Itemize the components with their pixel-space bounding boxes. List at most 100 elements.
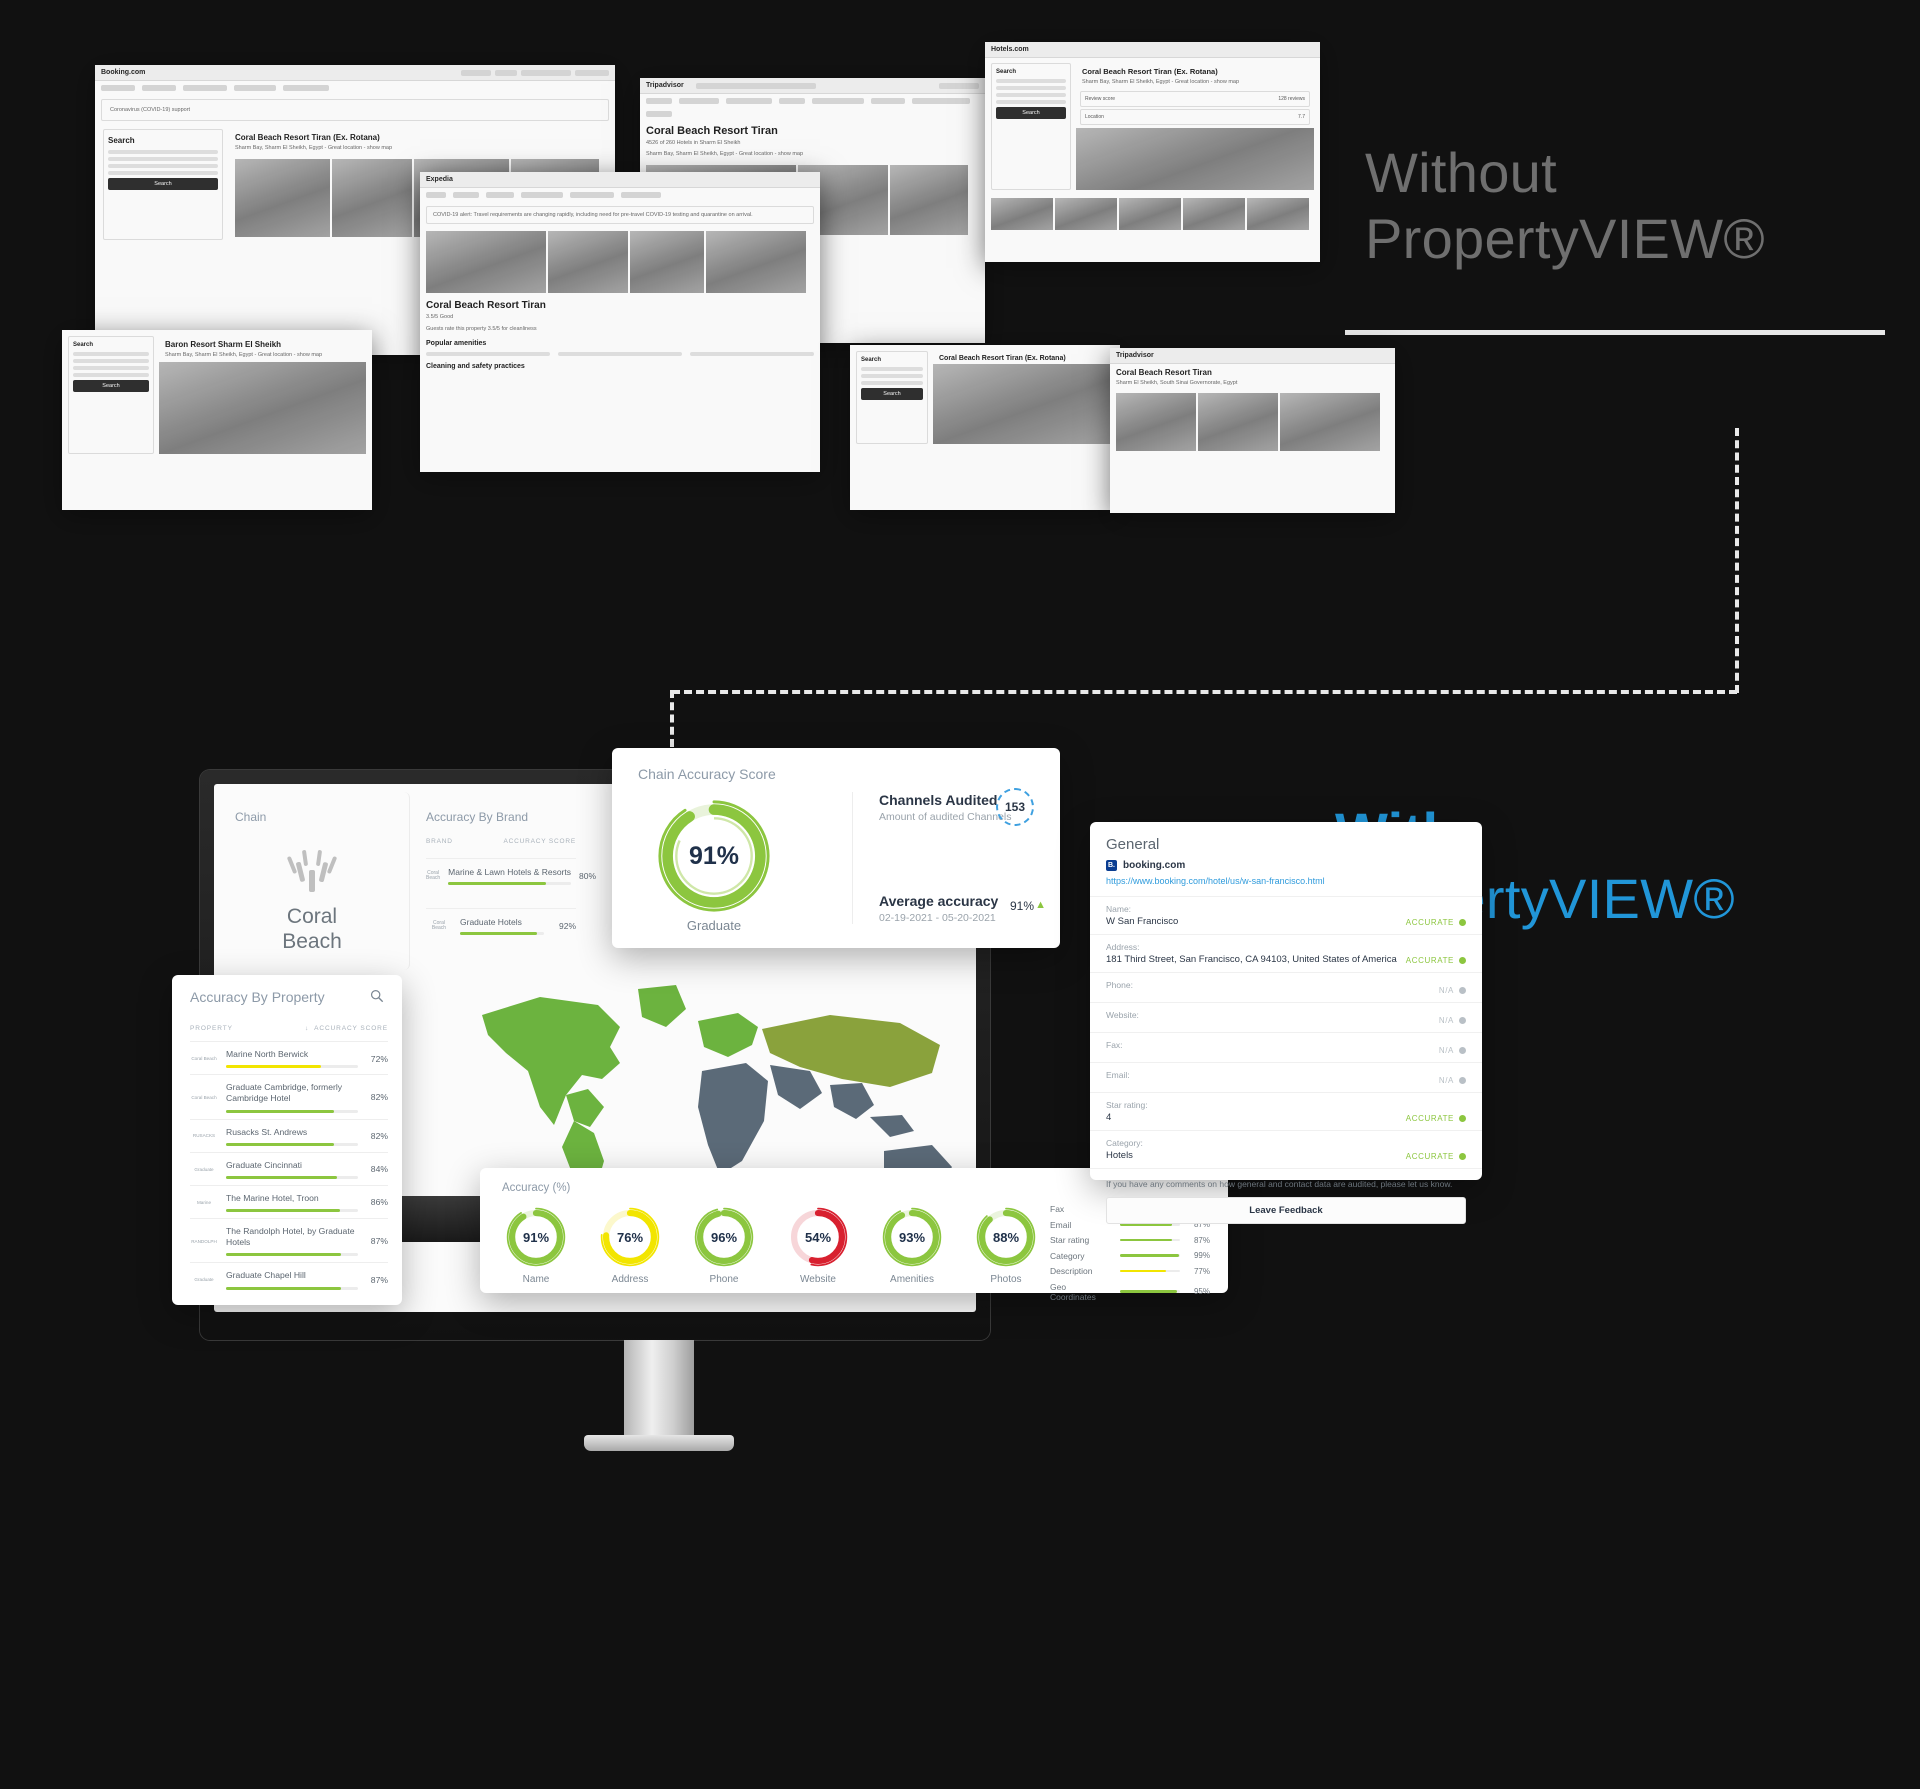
accuracy-bar-item: Category 99% <box>1050 1251 1210 1261</box>
ota-location-label: Location <box>1085 114 1104 121</box>
brand-row[interactable]: Coral Beach Graduate Hotels 92% <box>426 908 576 935</box>
list-item[interactable]: Graduate Graduate Chapel Hill 87% <box>190 1262 388 1295</box>
ota-sub: Sharm Bay, Sharm El Sheikh, Egypt - Grea… <box>646 151 804 158</box>
leave-feedback-button[interactable]: Leave Feedback <box>1106 1197 1466 1224</box>
without-headline-line1: Without <box>1365 141 1557 204</box>
channels-audited-badge: 153 <box>996 788 1034 826</box>
chain-card-title: Chain <box>235 810 267 824</box>
status-dot-icon <box>1459 1153 1466 1160</box>
ota-search-button: Search <box>73 380 149 392</box>
brand-row[interactable]: Coral Beach Marine & Lawn Hotels & Resor… <box>426 858 596 885</box>
average-accuracy-value: 91% <box>1009 899 1034 913</box>
property-score-value: 84% <box>370 1164 388 1175</box>
ota-safety: Cleaning and safety practices <box>426 362 525 370</box>
brand-card-title: Accuracy By Brand <box>426 810 529 824</box>
ota-search-button: Search <box>108 178 218 191</box>
general-panel: General B. booking.com https://www.booki… <box>1090 822 1482 1224</box>
score-card-title: Chain Accuracy Score <box>638 766 776 782</box>
brand-logo: Coral Beach <box>426 869 441 881</box>
list-item[interactable]: RANDOLPH The Randolph Hotel, by Graduate… <box>190 1218 388 1262</box>
chain-card: Chain Coral Beach <box>215 792 410 970</box>
list-item[interactable]: Coral Beach Graduate Cambridge, formerly… <box>190 1074 388 1118</box>
general-field-row: Address: 181 Third Street, San Francisco… <box>1090 934 1482 972</box>
general-url-link[interactable]: https://www.booking.com/hotel/us/w-san-f… <box>1106 876 1466 886</box>
accuracy-donut-value: 93% <box>898 1229 926 1245</box>
sort-down-icon[interactable]: ↓ <box>305 1025 309 1032</box>
brand-logo: Coral Beach <box>431 919 447 931</box>
accuracy-donut-label: Phone <box>709 1274 739 1285</box>
ota-reviews: 128 reviews <box>1278 96 1305 103</box>
property-score-bar <box>226 1065 358 1069</box>
general-field-key: Name: <box>1106 904 1132 914</box>
ota-rating: Guests rate this property 3.5/5 for clea… <box>426 325 537 332</box>
connector-line-top <box>672 690 1737 694</box>
ota-title: Coral Beach Resort Tiran (Ex. Rotana) <box>235 133 380 143</box>
property-score-value: 82% <box>370 1131 388 1142</box>
accuracy-donut-value: 88% <box>992 1229 1020 1245</box>
chain-accuracy-score-card: Chain Accuracy Score 91% Graduate Channe… <box>612 748 1060 948</box>
accuracy-bar-name: Geo Coordinates <box>1050 1281 1096 1302</box>
property-score-bar <box>226 1253 358 1257</box>
general-field-key: Website: <box>1106 1010 1139 1020</box>
accuracy-donut-row: 91% Name 76% Address 96% Phone 54% Websi… <box>500 1206 1042 1285</box>
list-item[interactable]: Marine The Marine Hotel, Troon 86% <box>190 1184 388 1218</box>
status-label: N/A <box>1438 1016 1454 1025</box>
accuracy-donut-label: Address <box>611 1274 649 1285</box>
accuracy-bar-item: Star rating 87% <box>1050 1235 1210 1245</box>
status-badge: ACCURATE <box>1406 1114 1466 1123</box>
accuracy-bar-item: Geo Coordinates 95% <box>1050 1282 1210 1302</box>
accuracy-bar-track <box>1120 1254 1180 1257</box>
ota-title: Baron Resort Sharm El Sheikh <box>165 340 282 349</box>
property-name: Graduate Cincinnati <box>226 1159 302 1170</box>
accuracy-bar-value: 77% <box>1193 1266 1210 1276</box>
ota-title: Coral Beach Resort Tiran <box>646 125 778 137</box>
general-field-row: Name: W San Francisco ACCURATE <box>1090 896 1482 934</box>
monitor-stand-neck <box>624 1340 694 1445</box>
property-col-property: PROPERTY <box>190 1025 233 1032</box>
list-item[interactable]: Graduate Graduate Cincinnati 84% <box>190 1151 388 1185</box>
connector-line-right <box>1735 428 1739 693</box>
list-item[interactable]: Coral Beach Marine North Berwick 72% <box>190 1041 388 1074</box>
property-logo: Graduate <box>194 1166 214 1172</box>
ota-sub: Sharm Bay, Sharm El Sheikh, Egypt - Grea… <box>1082 79 1240 85</box>
property-score-bar <box>226 1175 358 1179</box>
brand-col-property: BRAND <box>426 838 453 845</box>
property-logo: Marine <box>196 1199 212 1205</box>
status-badge: ACCURATE <box>1406 918 1466 927</box>
ota-mock-tripadvisor-2: Tripadvisor Coral Beach Resort Tiran Sha… <box>1110 348 1395 513</box>
accuracy-bar-name: Email <box>1050 1219 1072 1230</box>
general-field-key: Category: <box>1106 1138 1143 1148</box>
without-headline-line2: PropertyVIEW® <box>1365 207 1765 271</box>
status-badge: N/A <box>1439 1076 1466 1085</box>
status-dot-icon <box>1459 957 1466 964</box>
accuracy-donut-value: 91% <box>522 1229 550 1245</box>
general-title: General <box>1106 836 1160 853</box>
status-label: N/A <box>1438 1046 1454 1055</box>
search-icon[interactable] <box>370 989 384 1006</box>
accuracy-bar-value: 95% <box>1193 1287 1210 1296</box>
property-logo: Graduate <box>194 1277 214 1283</box>
brand-table-header: BRAND ACCURACY SCORE <box>426 838 576 845</box>
accuracy-donut-name: 91% Name <box>500 1206 572 1285</box>
property-col-score: ACCURACY SCORE <box>314 1025 388 1032</box>
accuracy-bar-track <box>1120 1269 1180 1273</box>
brand-score-bar <box>460 932 544 935</box>
accuracy-card-title: Accuracy (%) <box>502 1182 571 1194</box>
list-item[interactable]: RUSACKS Rusacks St. Andrews 82% <box>190 1118 388 1152</box>
accuracy-by-brand-card: Accuracy By Brand BRAND ACCURACY SCORE C… <box>410 792 596 970</box>
general-site-name: booking.com <box>1123 860 1186 871</box>
chain-score-donut: 91% <box>656 798 772 914</box>
accuracy-bar-name: Fax <box>1050 1204 1065 1214</box>
without-divider <box>1345 330 1885 335</box>
general-field-key: Phone: <box>1106 980 1133 990</box>
ota-brand-label: Tripadvisor <box>1116 352 1154 359</box>
accuracy-donut-phone: 96% Phone <box>688 1206 760 1285</box>
property-card-title: Accuracy By Property <box>190 989 325 1005</box>
accuracy-donut-amenities: 93% Amenities <box>876 1206 948 1285</box>
general-header: General B. booking.com https://www.booki… <box>1090 822 1482 896</box>
property-score-bar <box>226 1109 358 1113</box>
chain-score-caption: Graduate <box>686 918 742 933</box>
status-dot-icon <box>1459 987 1466 994</box>
general-field-row: Star rating: 4 ACCURATE <box>1090 1092 1482 1130</box>
chain-identity: Coral Beach <box>215 846 409 955</box>
